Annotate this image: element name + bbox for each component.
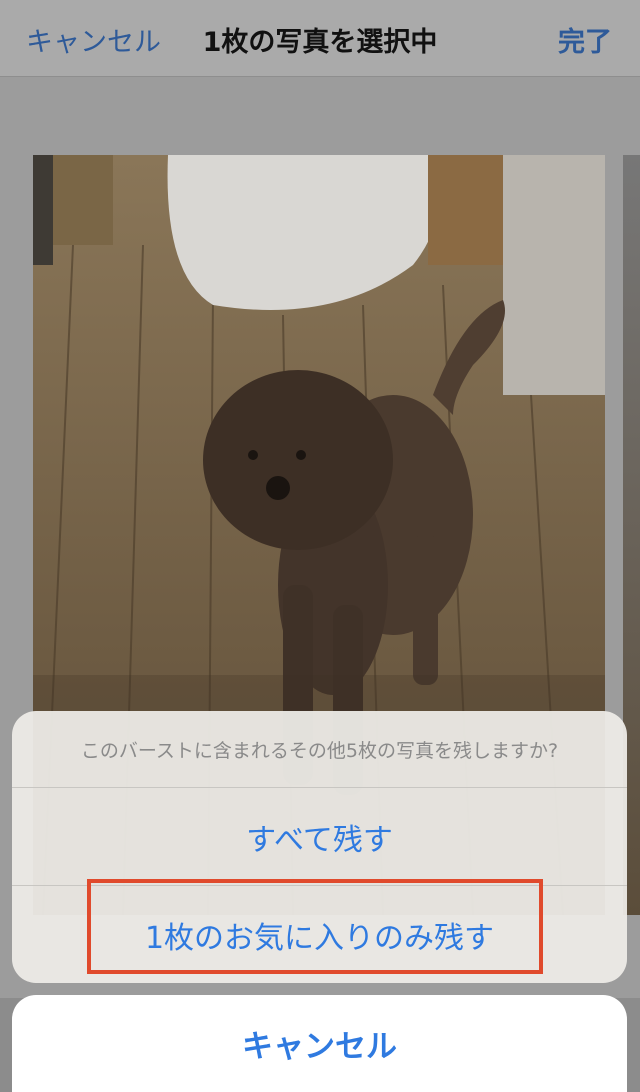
action-sheet: このバーストに含まれるその他5枚の写真を残しますか? すべて残す 1枚のお気に入…	[12, 711, 627, 983]
keep-favorite-only-button[interactable]: 1枚のお気に入りのみ残す	[12, 886, 627, 983]
page-title: 1枚の写真を選択中	[202, 27, 438, 58]
navigation-bar: キャンセル 1枚の写真を選択中 完了	[0, 0, 640, 77]
done-button[interactable]: 完了	[558, 20, 612, 59]
action-sheet-message: このバーストに含まれるその他5枚の写真を残しますか?	[12, 711, 627, 788]
keep-all-button[interactable]: すべて残す	[12, 788, 627, 886]
action-sheet-cancel-button[interactable]: キャンセル	[12, 995, 627, 1092]
